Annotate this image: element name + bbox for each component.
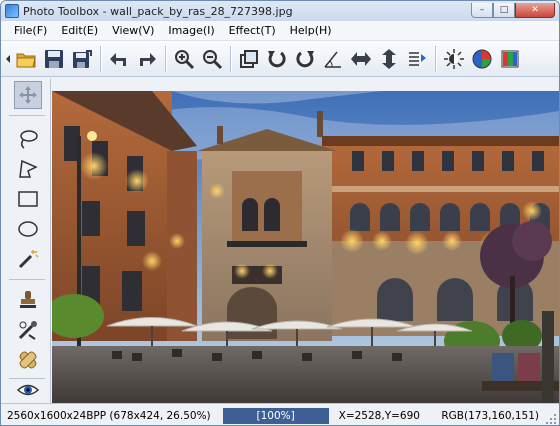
- brightness-icon[interactable]: [441, 45, 467, 73]
- undo-icon[interactable]: [106, 45, 132, 73]
- toolbar-separator: [435, 45, 436, 72]
- canvas-top-margin: [52, 78, 559, 91]
- angle-rotate-icon[interactable]: [320, 45, 346, 73]
- menu-edit[interactable]: Edit(E): [54, 24, 105, 37]
- toolbar-scroll-left-icon[interactable]: [3, 45, 12, 73]
- ellipse-select-icon[interactable]: [14, 215, 42, 243]
- flip-horizontal-icon[interactable]: [348, 45, 374, 73]
- toolbar-separator: [100, 45, 101, 72]
- rotate-left-icon[interactable]: [264, 45, 290, 73]
- crop-icon[interactable]: [236, 45, 262, 73]
- rotate-right-icon[interactable]: [292, 45, 318, 73]
- title-bar: Photo Toolbox - wall_pack_by_ras_28_7273…: [1, 1, 559, 21]
- polygon-lasso-icon[interactable]: [14, 155, 42, 183]
- move-tool-icon[interactable]: [14, 81, 42, 109]
- red-eye-brush-icon[interactable]: [14, 316, 42, 344]
- resize-grip-icon[interactable]: [545, 413, 557, 425]
- lasso-tool-icon[interactable]: [14, 125, 42, 153]
- image-info-icon[interactable]: [404, 45, 430, 73]
- cursor-coords-status: X=2528,Y=690: [338, 409, 420, 422]
- image-info-status: 2560x1600x24BPP (678x424, 26.50%): [7, 409, 211, 422]
- close-button[interactable]: ✕: [515, 2, 555, 18]
- save-as-icon[interactable]: [69, 45, 95, 73]
- toolbar-separator: [230, 45, 231, 72]
- menu-view[interactable]: View(V): [105, 24, 161, 37]
- app-icon: [5, 4, 19, 18]
- menu-help[interactable]: Help(H): [283, 24, 339, 37]
- bandage-heal-icon[interactable]: [14, 346, 42, 374]
- window-controls: – □ ✕: [471, 2, 555, 18]
- rgb-value-status: RGB(173,160,151): [441, 409, 539, 422]
- tool-panel: [1, 78, 51, 403]
- color-balance-icon[interactable]: [469, 45, 495, 73]
- toolbar: [1, 41, 559, 77]
- save-icon[interactable]: [41, 45, 67, 73]
- status-bar: 2560x1600x24BPP (678x424, 26.50%) [100%]…: [1, 403, 559, 425]
- menu-effect[interactable]: Effect(T): [222, 24, 283, 37]
- photo-image: [52, 91, 559, 403]
- rgb-levels-icon[interactable]: [497, 45, 523, 73]
- zoom-out-icon[interactable]: [199, 45, 225, 73]
- window-title: Photo Toolbox - wall_pack_by_ras_28_7273…: [23, 4, 293, 18]
- app-window: Photo Toolbox - wall_pack_by_ras_28_7273…: [0, 0, 560, 426]
- minimize-button[interactable]: –: [471, 2, 493, 18]
- image-canvas[interactable]: [52, 91, 559, 403]
- rectangle-select-icon[interactable]: [14, 185, 42, 213]
- menu-bar: File(F) Edit(E) View(V) Image(I) Effect(…: [1, 21, 559, 41]
- maximize-button[interactable]: □: [493, 2, 515, 18]
- menu-file[interactable]: File(F): [7, 24, 54, 37]
- magic-wand-icon[interactable]: [14, 245, 42, 273]
- flip-vertical-icon[interactable]: [376, 45, 402, 73]
- menu-image[interactable]: Image(I): [161, 24, 221, 37]
- redo-icon[interactable]: [134, 45, 160, 73]
- stamp-tool-icon[interactable]: [14, 286, 42, 314]
- eye-view-icon[interactable]: [14, 376, 42, 404]
- tool-separator: [9, 115, 45, 116]
- zoom-status[interactable]: [100%]: [222, 407, 329, 424]
- tool-separator: [9, 279, 45, 280]
- zoom-in-icon[interactable]: [171, 45, 197, 73]
- open-folder-icon[interactable]: [13, 45, 39, 73]
- toolbar-separator: [165, 45, 166, 72]
